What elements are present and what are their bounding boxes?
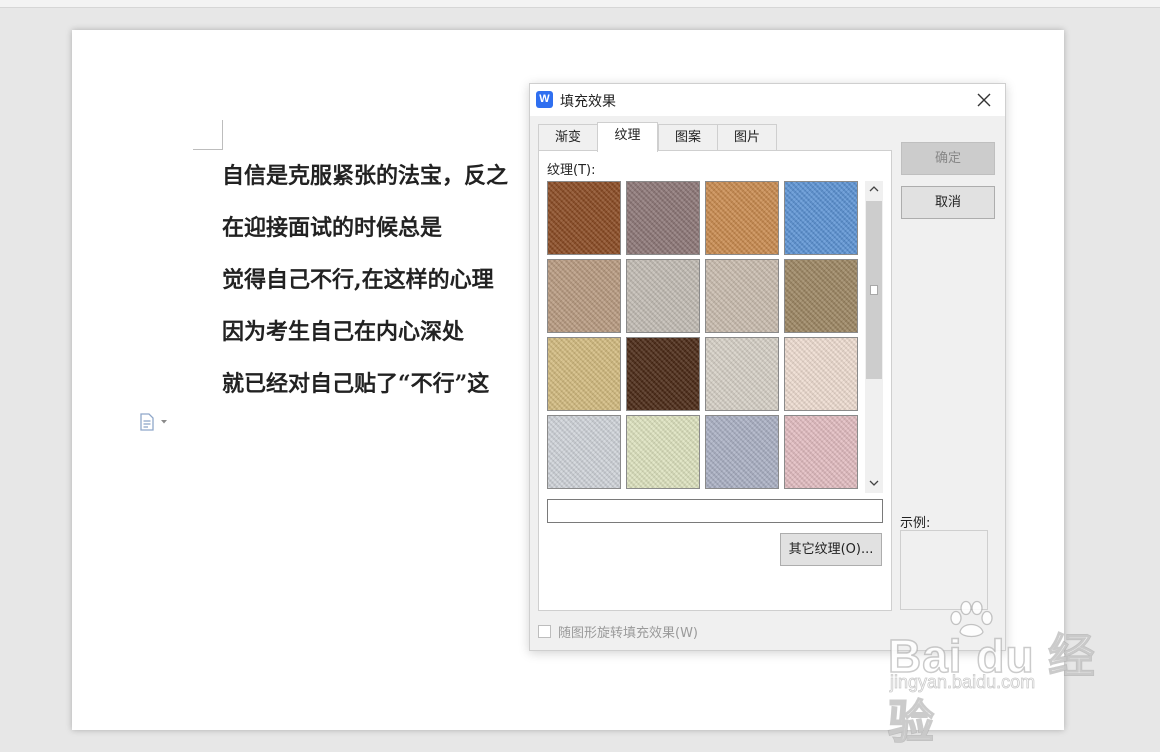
texture-swatch-pink-plaid[interactable] [784,415,858,489]
fill-effects-dialog: W 填充效果 渐变 纹理 图案 图片 纹理(T): 其它纹理(O)... 确定 … [529,83,1006,651]
other-texture-button[interactable]: 其它纹理(O)... [780,533,882,566]
texture-swatch-granite[interactable] [547,259,621,333]
texture-swatch-sand[interactable] [784,259,858,333]
wps-app-icon: W [536,91,553,108]
chevron-down-icon [869,480,879,486]
texture-swatch-blue-plaid[interactable] [705,415,779,489]
doc-line: 觉得自己不行,在这样的心理 [222,267,494,293]
texture-swatch-white-marble[interactable] [626,259,700,333]
texture-swatch-gray-paper[interactable] [705,259,779,333]
rotate-with-shape-option[interactable]: 随图形旋转填充效果(W) [538,623,698,641]
scroll-thumb[interactable] [866,201,882,379]
doc-line: 自信是克服紧张的法宝，反之 [222,163,509,189]
document-icon [140,413,154,431]
scroll-down-arrow[interactable] [865,475,883,493]
doc-line: 因为考生自己在内心深处 [222,319,465,345]
texture-scrollbar[interactable] [865,181,883,493]
texture-swatch-woven-mat[interactable] [626,181,700,255]
texture-swatch-blue-tissue[interactable] [784,181,858,255]
ok-button[interactable]: 确定 [901,142,995,175]
texture-swatch-green-weave[interactable] [626,415,700,489]
texture-swatch-burlap[interactable] [705,181,779,255]
texture-grid [547,181,863,493]
tab-picture[interactable]: 图片 [717,124,777,151]
doc-line: 就已经对自己贴了“不行”这 [222,371,490,397]
app-top-bar [0,0,1160,8]
cancel-button[interactable]: 取消 [901,186,995,219]
baidu-jingyan-watermark: Bai du 经验 jingyan.baidu.com [887,598,1098,749]
watermark-url: jingyan.baidu.com [890,672,1036,693]
tab-gradient[interactable]: 渐变 [538,124,598,151]
texture-swatch-leopard[interactable] [626,337,700,411]
texture-swatch-office-scribble[interactable] [705,337,779,411]
chevron-up-icon [869,186,879,192]
texture-swatch-fabric-stripes[interactable] [547,415,621,489]
texture-tab-panel: 纹理(T): 其它纹理(O)... [538,150,892,611]
texture-name-field[interactable] [547,499,883,523]
dialog-title: 填充效果 [560,94,616,110]
baidu-paw-icon [950,600,993,638]
texture-swatch-pink-stripes[interactable] [784,337,858,411]
document-text[interactable]: 自信是克服紧张的法宝，反之 在迎接面试的时候总是 觉得自己不行,在这样的心理 因… [222,158,582,418]
tab-texture[interactable]: 纹理 [597,122,658,152]
tab-pattern[interactable]: 图案 [658,124,718,151]
texture-swatch-brown-leather[interactable] [547,181,621,255]
doc-line: 在迎接面试的时候总是 [222,215,443,241]
close-button[interactable] [974,90,994,110]
chevron-down-icon [161,420,167,424]
close-icon [977,93,991,107]
rotate-checkbox-label: 随图形旋转填充效果(W) [558,625,698,641]
scroll-up-arrow[interactable] [865,181,883,199]
rotate-checkbox[interactable] [538,624,551,638]
example-label: 示例: [900,516,931,531]
dialog-titlebar[interactable]: W 填充效果 [530,84,1005,116]
texture-swatch-gold-sand[interactable] [547,337,621,411]
paragraph-layout-icon[interactable] [138,412,172,432]
scroll-thumb-grip [870,285,878,295]
texture-label: 纹理(T): [547,163,596,178]
